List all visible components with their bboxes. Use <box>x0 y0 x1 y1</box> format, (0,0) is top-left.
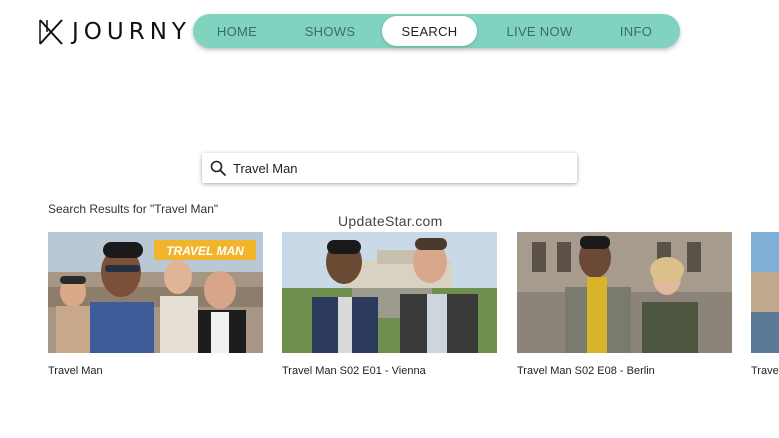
result-title: Trave <box>751 365 779 377</box>
result-title: Travel Man S02 E08 - Berlin <box>517 365 655 377</box>
app-screen: JOURNY HOME SHOWS SEARCH LIVE NOW INFO S… <box>0 0 779 438</box>
nav-item-home[interactable]: HOME <box>193 16 281 46</box>
result-card[interactable]: Travel Man S02 E01 - Vienna <box>282 232 497 377</box>
result-card[interactable]: TRAVEL MAN Travel Man <box>48 232 263 377</box>
result-thumbnail: TRAVEL MAN <box>48 232 263 353</box>
nav-item-live-now[interactable]: LIVE NOW <box>493 16 586 46</box>
result-card[interactable]: Trave <box>751 232 779 377</box>
show-logo-badge: TRAVEL MAN <box>166 244 244 258</box>
result-thumbnail <box>517 232 732 353</box>
result-thumbnail <box>751 232 779 353</box>
nav-item-info[interactable]: INFO <box>593 16 679 46</box>
result-title: Travel Man <box>48 365 103 377</box>
results-heading: Search Results for "Travel Man" <box>48 202 219 216</box>
search-box[interactable] <box>202 153 577 183</box>
journy-logo-mark-icon <box>39 19 63 45</box>
result-thumbnail <box>282 232 497 353</box>
nav-item-shows[interactable]: SHOWS <box>289 16 371 46</box>
nav-item-search[interactable]: SEARCH <box>382 16 477 46</box>
watermark: UpdateStar.com <box>338 213 443 229</box>
main-nav: HOME SHOWS SEARCH LIVE NOW INFO <box>193 14 680 48</box>
result-card[interactable]: Travel Man S02 E08 - Berlin <box>517 232 732 377</box>
search-input[interactable] <box>233 160 553 176</box>
result-title: Travel Man S02 E01 - Vienna <box>282 365 426 377</box>
logo[interactable]: JOURNY <box>38 18 191 46</box>
search-icon <box>210 160 226 176</box>
logo-text: JOURNY <box>72 19 191 45</box>
